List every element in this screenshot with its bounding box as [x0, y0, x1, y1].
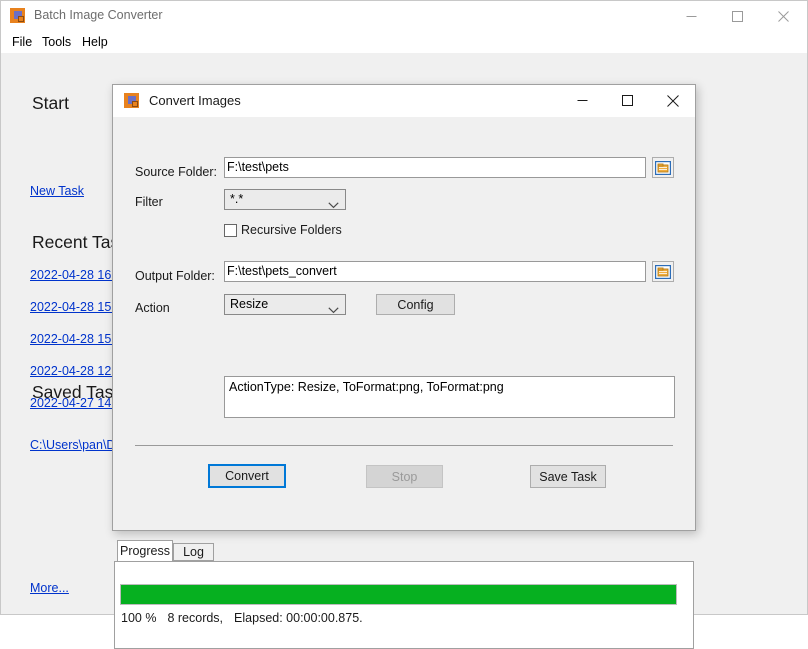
maximize-icon[interactable]	[605, 85, 650, 116]
menu-item-file[interactable]: File	[7, 33, 37, 51]
main-window-title: Batch Image Converter	[34, 8, 163, 22]
progress-bar	[120, 584, 677, 605]
menu-bar: File Tools Help	[1, 31, 807, 53]
minimize-icon[interactable]	[668, 1, 714, 31]
recursive-folders-label: Recursive Folders	[241, 223, 342, 237]
action-select-value: Resize	[230, 297, 268, 311]
output-folder-input[interactable]: F:\test\pets_convert	[224, 261, 646, 282]
sidebar-heading-recent-tasks: Recent Tas	[32, 232, 119, 253]
main-window-titlebar: Batch Image Converter	[1, 1, 807, 31]
source-folder-label: Source Folder:	[135, 165, 217, 179]
action-description-textarea[interactable]: ActionType: Resize, ToFormat:png, ToForm…	[224, 376, 675, 418]
chevron-down-icon	[328, 196, 339, 214]
main-window: Batch Image Converter File Tools Help St…	[0, 0, 808, 615]
close-icon[interactable]	[650, 85, 695, 116]
sidebar-recent-task-item[interactable]: 2022-04-28 16:2	[30, 268, 122, 282]
sidebar-link-new-task[interactable]: New Task	[30, 184, 84, 198]
minimize-icon[interactable]	[560, 85, 605, 116]
filter-label: Filter	[135, 195, 163, 209]
sidebar-link-more[interactable]: More...	[30, 581, 69, 595]
tab-progress[interactable]: Progress	[117, 540, 173, 561]
sidebar-recent-task-item[interactable]: 2022-04-28 12:1	[30, 364, 122, 378]
source-folder-input[interactable]: F:\test\pets	[224, 157, 646, 178]
separator	[135, 445, 673, 446]
dialog-titlebar: Convert Images	[113, 85, 695, 117]
dialog-body: Source Folder: F:\test\pets Filter *.*	[113, 117, 695, 530]
sidebar-recent-task-item[interactable]: 2022-04-28 15:5	[30, 300, 122, 314]
progress-status-text: 100 % 8 records, Elapsed: 00:00:00.875.	[121, 611, 363, 625]
folder-icon	[655, 161, 671, 175]
action-label: Action	[135, 301, 170, 315]
action-select[interactable]: Resize	[224, 294, 346, 315]
folder-icon	[655, 265, 671, 279]
recursive-folders-checkbox[interactable]: Recursive Folders	[224, 223, 342, 237]
output-folder-label: Output Folder:	[135, 269, 215, 283]
app-icon	[10, 8, 26, 24]
sidebar-recent-task-item[interactable]: 2022-04-28 15:1	[30, 332, 122, 346]
sidebar-saved-task-item[interactable]: C:\Users\pan\D	[30, 438, 115, 452]
convert-images-dialog: Convert Images Source Folder: F:\test\pe…	[112, 84, 696, 531]
save-task-button[interactable]: Save Task	[530, 465, 606, 488]
filter-select[interactable]: *.*	[224, 189, 346, 210]
filter-select-value: *.*	[230, 192, 243, 206]
sidebar-heading-saved-tasks: Saved Tas	[32, 382, 113, 403]
app-icon	[124, 93, 140, 109]
progress-tab-panel: 100 % 8 records, Elapsed: 00:00:00.875.	[114, 561, 694, 649]
chevron-down-icon	[328, 301, 339, 319]
progress-bar-fill	[121, 585, 676, 604]
dialog-title: Convert Images	[149, 93, 241, 108]
output-folder-browse-button[interactable]	[652, 261, 674, 282]
progress-records-label: 8 records,	[167, 611, 223, 625]
tab-log[interactable]: Log	[173, 543, 214, 561]
convert-button[interactable]: Convert	[208, 464, 286, 488]
menu-item-tools[interactable]: Tools	[37, 33, 76, 51]
progress-percent-label: 100 %	[121, 611, 156, 625]
stop-button: Stop	[366, 465, 443, 488]
tab-strip: Progress Log	[114, 540, 694, 562]
maximize-icon[interactable]	[714, 1, 760, 31]
config-button[interactable]: Config	[376, 294, 455, 315]
menu-item-help[interactable]: Help	[77, 33, 113, 51]
source-folder-browse-button[interactable]	[652, 157, 674, 178]
sidebar-heading-start: Start	[32, 93, 69, 114]
close-icon[interactable]	[760, 1, 806, 31]
progress-elapsed-label: Elapsed: 00:00:00.875.	[234, 611, 363, 625]
checkbox-box	[224, 224, 237, 237]
